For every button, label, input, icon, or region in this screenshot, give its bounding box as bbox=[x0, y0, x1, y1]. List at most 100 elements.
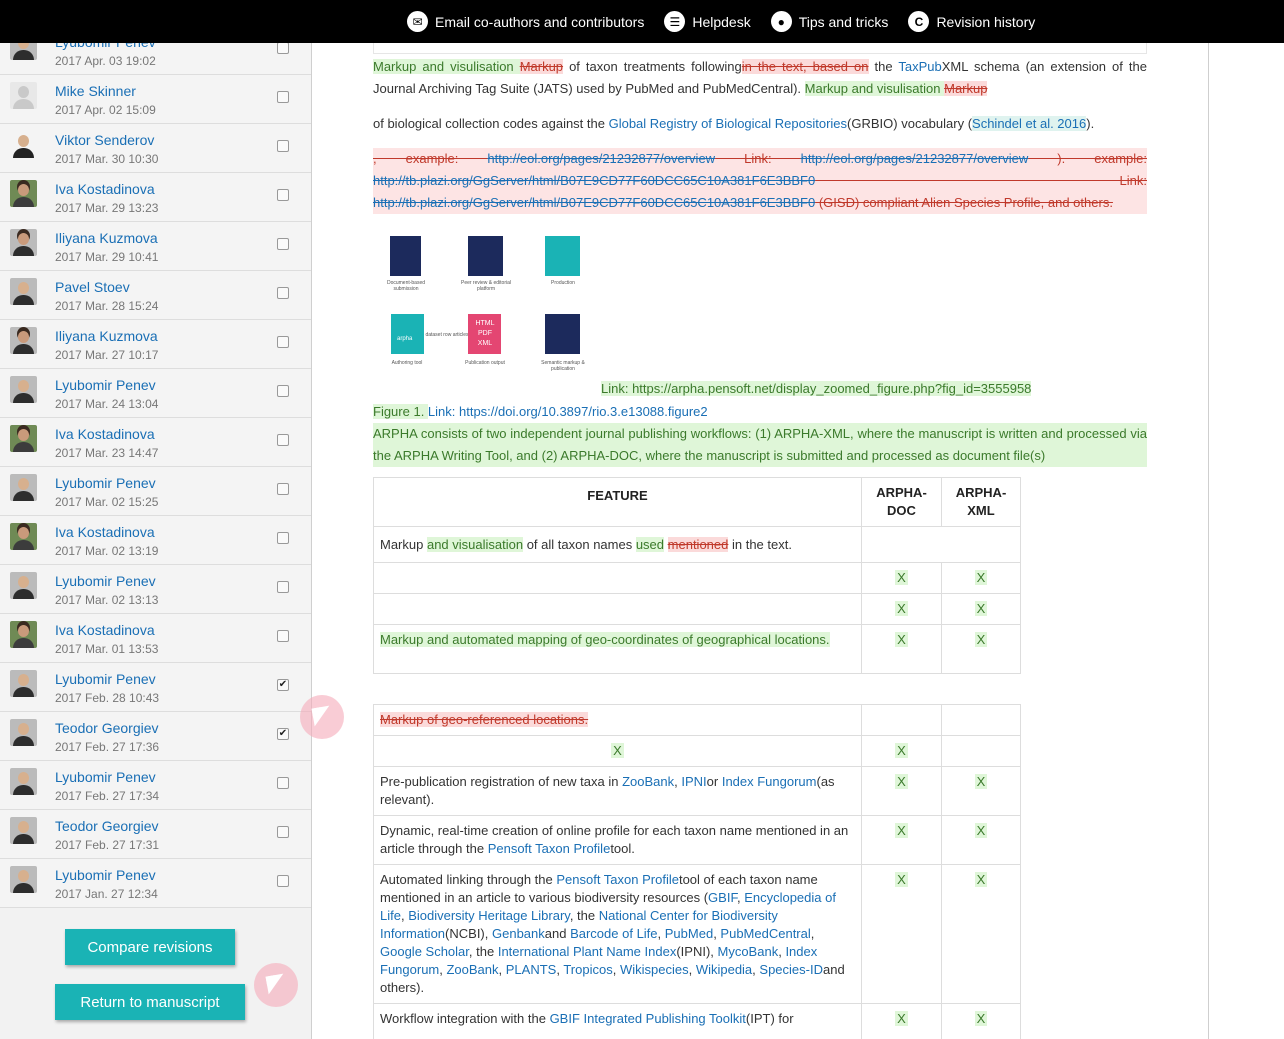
revision-author[interactable]: Iva Kostadinova bbox=[55, 426, 155, 442]
revision-item[interactable]: Iva Kostadinova 2017 Mar. 29 13:23 bbox=[0, 173, 311, 222]
revision-author[interactable]: Lyubomir Penev bbox=[55, 573, 156, 589]
eol-link[interactable]: http://eol.org/pages/21232877/overview bbox=[487, 151, 715, 166]
revision-item[interactable]: Iva Kostadinova 2017 Mar. 01 13:53 bbox=[0, 614, 311, 663]
resource-link[interactable]: Wikispecies bbox=[620, 962, 689, 977]
revision-author[interactable]: Iliyana Kuzmova bbox=[55, 328, 158, 344]
revision-item[interactable]: Lyubomir Penev 2017 Jan. 27 12:34 bbox=[0, 859, 311, 908]
arpha-doc-cell: X bbox=[861, 864, 942, 1004]
resource-link[interactable]: International Plant Name Index bbox=[498, 944, 677, 959]
revision-author[interactable]: Viktor Senderov bbox=[55, 132, 154, 148]
compare-revisions-button[interactable]: Compare revisions bbox=[65, 929, 235, 965]
revision-author[interactable]: Teodor Georgiev bbox=[55, 720, 159, 736]
revision-checkbox[interactable] bbox=[277, 630, 289, 642]
resource-link[interactable]: Species-ID bbox=[759, 962, 823, 977]
tips-and-tricks-button[interactable]: ● Tips and tricks bbox=[770, 11, 888, 32]
zoomed-figure-link[interactable]: https://arpha.pensoft.net/display_zoomed… bbox=[632, 381, 1032, 396]
revision-checkbox[interactable] bbox=[277, 91, 289, 103]
text: Link: bbox=[427, 404, 459, 419]
figure-doi-link[interactable]: https://doi.org/10.3897/rio.3.e13088.fig… bbox=[459, 404, 708, 419]
revision-checkbox[interactable] bbox=[277, 385, 289, 397]
text: Workflow integration with the bbox=[380, 1011, 550, 1026]
revision-item[interactable]: Iva Kostadinova 2017 Mar. 02 13:19 bbox=[0, 516, 311, 565]
grbio-link[interactable]: Global Registry of Biological Repositori… bbox=[609, 116, 847, 131]
revision-checkbox[interactable] bbox=[277, 826, 289, 838]
revision-item[interactable]: Lyubomir Penev 2017 Feb. 28 10:43 ✔ bbox=[0, 663, 311, 712]
pensoft-taxon-profile-link[interactable]: Pensoft Taxon Profile bbox=[488, 841, 611, 856]
revision-author[interactable]: Iva Kostadinova bbox=[55, 181, 155, 197]
revision-author[interactable]: Mike Skinner bbox=[55, 83, 136, 99]
revision-item[interactable]: Teodor Georgiev 2017 Feb. 27 17:36 ✔ bbox=[0, 712, 311, 761]
revision-author[interactable]: Teodor Georgiev bbox=[55, 818, 159, 834]
eol-link[interactable]: http://eol.org/pages/21232877/overview bbox=[801, 151, 1029, 166]
revision-checkbox[interactable] bbox=[277, 140, 289, 152]
resource-link[interactable]: Wikipedia bbox=[696, 962, 752, 977]
revision-checkbox[interactable] bbox=[277, 875, 289, 887]
zoobank-link[interactable]: ZooBank bbox=[622, 774, 674, 789]
ipni-link[interactable]: IPNI bbox=[681, 774, 706, 789]
revision-item[interactable]: Pavel Stoev 2017 Mar. 28 15:24 bbox=[0, 271, 311, 320]
revision-item[interactable]: Viktor Senderov 2017 Mar. 30 10:30 bbox=[0, 124, 311, 173]
revision-checkbox[interactable] bbox=[277, 777, 289, 789]
gbif-ipt-link[interactable]: GBIF Integrated Publishing Toolkit bbox=[550, 1011, 746, 1026]
deleted-paragraph-links: , example: http://eol.org/pages/21232877… bbox=[373, 148, 1147, 214]
return-to-manuscript-button[interactable]: Return to manuscript bbox=[55, 984, 245, 1020]
resource-link[interactable]: PLANTS bbox=[506, 962, 557, 977]
revision-author[interactable]: Iva Kostadinova bbox=[55, 524, 155, 540]
resource-link[interactable]: PubMed bbox=[665, 926, 713, 941]
resource-link[interactable]: MycoBank bbox=[718, 944, 779, 959]
revision-author[interactable]: Iliyana Kuzmova bbox=[55, 230, 158, 246]
taxpub-link[interactable]: TaxPub bbox=[898, 59, 941, 74]
feature-cell bbox=[373, 562, 862, 594]
resource-link[interactable]: Barcode of Life bbox=[570, 926, 657, 941]
revision-checkbox[interactable]: ✔ bbox=[277, 679, 289, 691]
revision-checkbox[interactable] bbox=[277, 189, 289, 201]
email-coauthors-button[interactable]: ✉ Email co-authors and contributors bbox=[407, 11, 644, 32]
revision-item[interactable]: Lyubomir Penev 2017 Mar. 24 13:04 bbox=[0, 369, 311, 418]
revision-checkbox[interactable] bbox=[277, 287, 289, 299]
check-x: X bbox=[974, 632, 988, 647]
resource-link[interactable]: Genbank bbox=[492, 926, 545, 941]
revision-author[interactable]: Lyubomir Penev bbox=[55, 867, 156, 883]
revision-item[interactable]: Teodor Georgiev 2017 Feb. 27 17:31 bbox=[0, 810, 311, 859]
plazi-link[interactable]: http://tb.plazi.org/GgServer/html/B07E9C… bbox=[373, 173, 815, 188]
revision-item[interactable]: Lyubomir Penev 2017 Feb. 27 17:34 bbox=[0, 761, 311, 810]
revision-item[interactable]: Lyubomir Penev 2017 Mar. 02 13:13 bbox=[0, 565, 311, 614]
resource-link[interactable]: GBIF bbox=[708, 890, 737, 905]
revision-checkbox[interactable] bbox=[277, 532, 289, 544]
revision-author[interactable]: Iva Kostadinova bbox=[55, 622, 155, 638]
resource-link[interactable]: Tropicos bbox=[563, 962, 612, 977]
avatar bbox=[10, 523, 37, 550]
citation-schindel[interactable]: Schindel et al. 2016 bbox=[972, 116, 1087, 131]
revision-checkbox[interactable] bbox=[277, 238, 289, 250]
resource-link[interactable]: Google Scholar bbox=[380, 944, 469, 959]
arpha-xml-cell: X bbox=[941, 864, 1021, 1004]
revision-item[interactable]: Mike Skinner 2017 Apr. 02 15:09 bbox=[0, 75, 311, 124]
text: Automated linking through the bbox=[380, 872, 557, 887]
revision-author[interactable]: Lyubomir Penev bbox=[55, 475, 156, 491]
resource-link[interactable]: PubMedCentral bbox=[720, 926, 810, 941]
revision-history-button[interactable]: C Revision history bbox=[908, 11, 1035, 32]
revision-author[interactable]: Pavel Stoev bbox=[55, 279, 130, 295]
revision-item[interactable]: Iliyana Kuzmova 2017 Mar. 27 10:17 bbox=[0, 320, 311, 369]
revision-item[interactable]: Iliyana Kuzmova 2017 Mar. 29 10:41 bbox=[0, 222, 311, 271]
resource-link[interactable]: ZooBank bbox=[446, 962, 498, 977]
revision-author[interactable]: Lyubomir Penev bbox=[55, 671, 156, 687]
revision-checkbox[interactable] bbox=[277, 483, 289, 495]
avatar bbox=[10, 278, 37, 305]
text: , bbox=[657, 926, 665, 941]
revision-checkbox[interactable] bbox=[277, 42, 289, 54]
revision-checkbox[interactable]: ✔ bbox=[277, 728, 289, 740]
plazi-link[interactable]: http://tb.plazi.org/GgServer/html/B07E9C… bbox=[373, 195, 815, 210]
peer-review-icon bbox=[468, 236, 503, 276]
index-fungorum-link[interactable]: Index Fungorum bbox=[722, 774, 817, 789]
revision-checkbox[interactable] bbox=[277, 336, 289, 348]
helpdesk-button[interactable]: ☰ Helpdesk bbox=[664, 11, 751, 32]
resource-link[interactable]: Pensoft Taxon Profile bbox=[556, 872, 679, 887]
resource-link[interactable]: Biodiversity Heritage Library bbox=[408, 908, 570, 923]
revision-author[interactable]: Lyubomir Penev bbox=[55, 377, 156, 393]
revision-item[interactable]: Iva Kostadinova 2017 Mar. 23 14:47 bbox=[0, 418, 311, 467]
revision-checkbox[interactable] bbox=[277, 581, 289, 593]
revision-checkbox[interactable] bbox=[277, 434, 289, 446]
revision-item[interactable]: Lyubomir Penev 2017 Mar. 02 15:25 bbox=[0, 467, 311, 516]
revision-author[interactable]: Lyubomir Penev bbox=[55, 769, 156, 785]
